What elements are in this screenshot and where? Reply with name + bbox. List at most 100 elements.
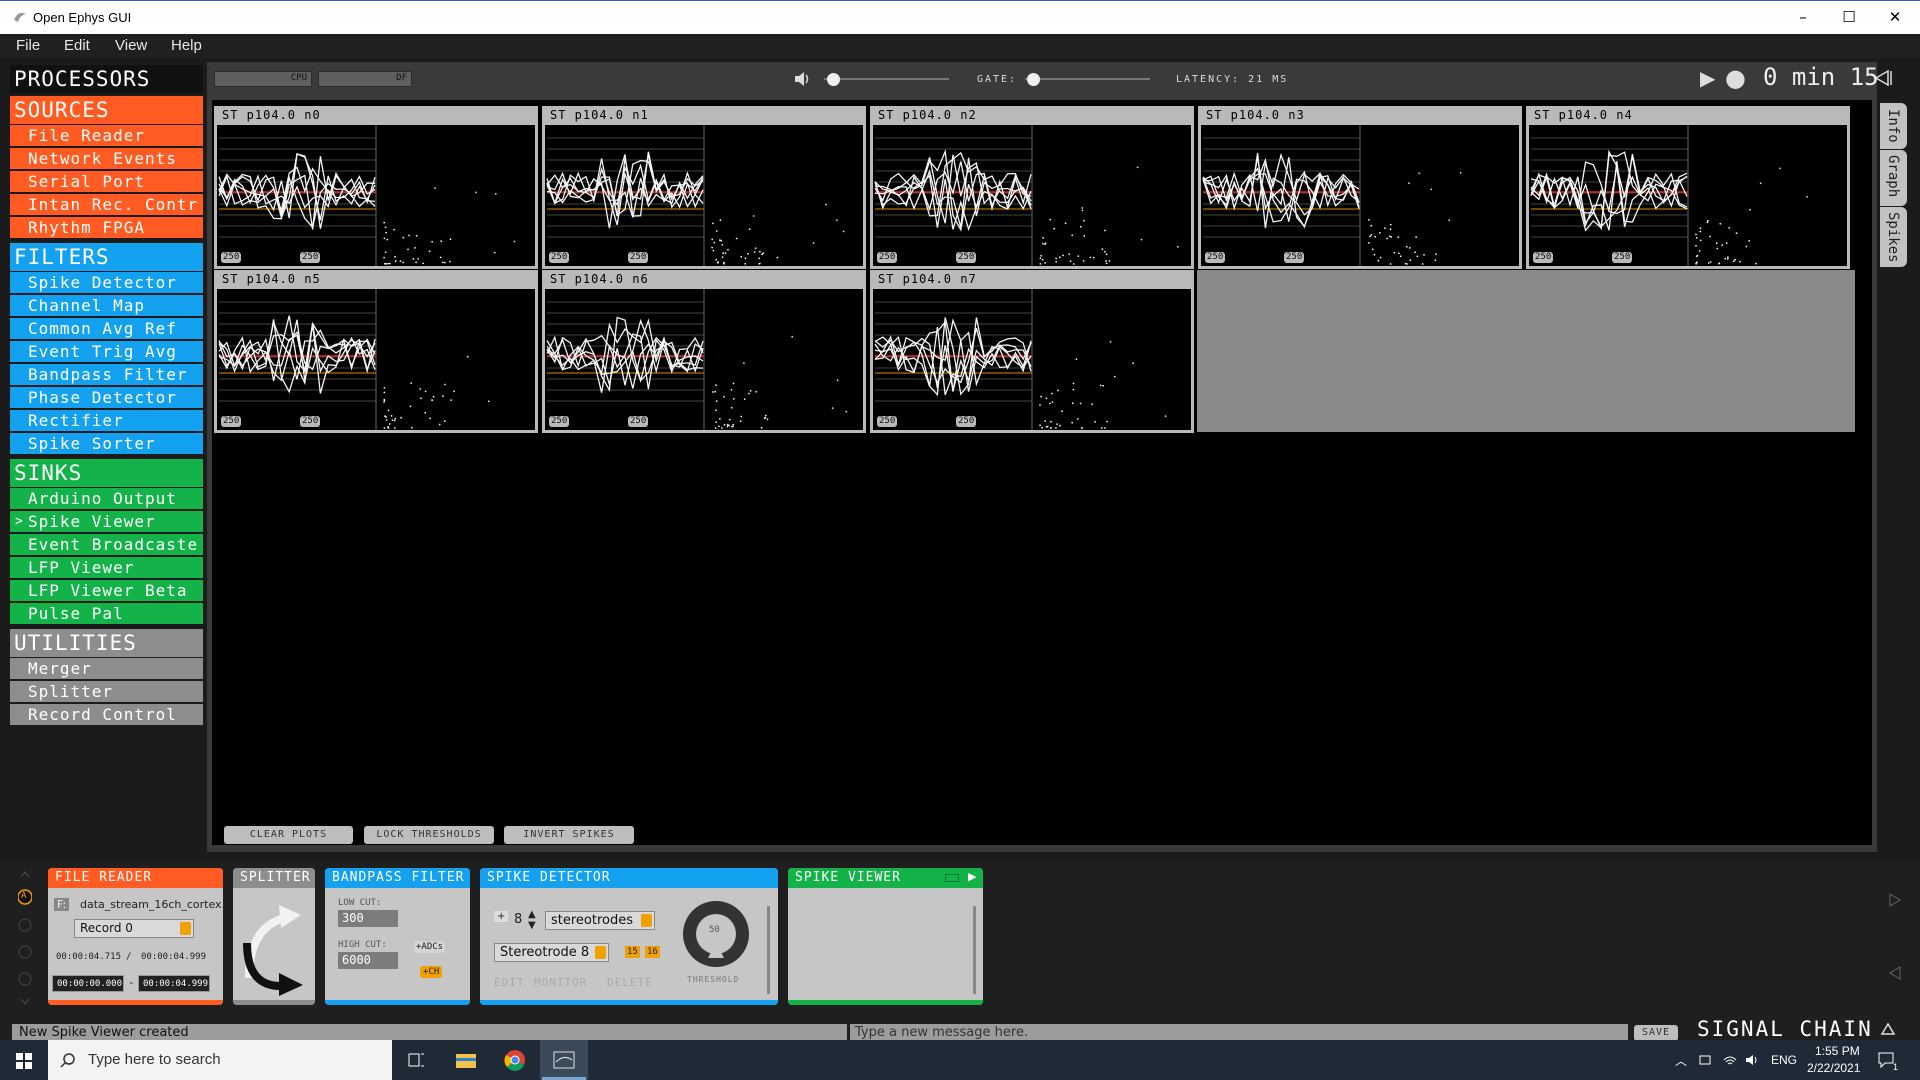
collapse-chain-icon[interactable] [1880, 1021, 1896, 1037]
spike-plot[interactable]: ST p104.0 n4 250 250 [1526, 106, 1850, 269]
processor-rectifier[interactable]: Rectifier [10, 410, 203, 431]
taskbar-search[interactable]: Type here to search [48, 1040, 392, 1080]
menu-view[interactable]: View [115, 37, 147, 54]
electrode-type-select[interactable]: stereotrodes [545, 911, 655, 930]
processor-rhythm-fpga[interactable]: Rhythm FPGA [10, 217, 203, 238]
processor-spike-sorter[interactable]: Spike Sorter [10, 433, 203, 454]
processor-spike-detector[interactable]: Spike Detector [10, 272, 203, 293]
windows-start-icon[interactable] [0, 1040, 48, 1080]
splitter-editor[interactable]: SPLITTER [233, 868, 315, 1005]
processor-merger[interactable]: Merger [10, 658, 203, 679]
speaker-icon[interactable] [1745, 1053, 1761, 1067]
clock-time[interactable]: 1:55 PM [1815, 1044, 1860, 1058]
processor-lfp-viewer[interactable]: LFP Viewer [10, 557, 203, 578]
processor-arduino-output[interactable]: Arduino Output [10, 488, 203, 509]
scale-tag[interactable]: 250 [1284, 252, 1305, 263]
spike-plot[interactable]: ST p104.0 n6 250 250 [542, 270, 866, 433]
chain-selector[interactable] [18, 869, 32, 1009]
record-select[interactable]: Record 0 [74, 919, 194, 938]
spike-plot[interactable]: ST p104.0 n1 250 250 [542, 106, 866, 269]
scale-tag[interactable]: 250 [300, 416, 321, 427]
processor-spike-viewer[interactable]: Spike Viewer [10, 511, 203, 532]
language-indicator[interactable]: ENG [1771, 1053, 1797, 1067]
add-electrode-button[interactable]: + [494, 911, 509, 922]
scale-tag[interactable]: 250 [1533, 252, 1554, 263]
scale-tag[interactable]: 250 [221, 252, 242, 263]
electrode-select[interactable]: Stereotrode 8 [494, 943, 609, 962]
scale-tag[interactable]: 250 [1205, 252, 1226, 263]
start-time-field[interactable]: 00:00:00.000 [52, 975, 124, 992]
time-mode-icon[interactable] [1874, 69, 1896, 87]
scale-tag[interactable]: 250 [549, 252, 570, 263]
file-browse-button[interactable]: F: [54, 898, 70, 911]
invert-spikes-button[interactable]: INVERT SPIKES [504, 826, 634, 844]
splitter-paths-icon[interactable] [239, 893, 309, 1001]
monitor-button[interactable]: MONITOR [534, 976, 587, 989]
scroll-right-icon[interactable] [1887, 892, 1903, 908]
tab-graph[interactable]: Graph [1880, 150, 1907, 206]
scale-tag[interactable]: 250 [221, 416, 242, 427]
spike-plot[interactable]: ST p104.0 n2 250 250 [870, 106, 1194, 269]
record-button[interactable]: ● [1725, 64, 1746, 92]
end-time-field[interactable]: 00:00:04.999 [138, 975, 210, 992]
processor-serial-port[interactable]: Serial Port [10, 171, 203, 192]
processor-event-broadcaste[interactable]: Event Broadcaste [10, 534, 203, 555]
scale-tag[interactable]: 250 [628, 416, 649, 427]
scale-tag[interactable]: 250 [956, 416, 977, 427]
maximize-button[interactable]: ☐ [1826, 1, 1872, 34]
edit-button[interactable]: EDIT [494, 976, 525, 989]
processor-record-control[interactable]: Record Control [10, 704, 203, 725]
channel-button-15[interactable]: 15 [625, 946, 640, 958]
volume-icon[interactable] [794, 71, 812, 87]
tab-info[interactable]: Info [1880, 103, 1907, 149]
menu-help[interactable]: Help [171, 37, 202, 54]
processor-channel-map[interactable]: Channel Map [10, 295, 203, 316]
delete-button[interactable]: DELETE [607, 976, 653, 989]
processor-common-avg-ref[interactable]: Common Avg Ref [10, 318, 203, 339]
gate-slider[interactable] [1025, 78, 1150, 80]
lock-thresholds-button[interactable]: LOCK THRESHOLDS [364, 826, 494, 844]
task-view-icon[interactable] [392, 1040, 440, 1080]
channel-button-16[interactable]: 16 [645, 946, 660, 958]
tab-spikes[interactable]: Spikes [1880, 207, 1907, 267]
file-reader-editor[interactable]: FILE READER F: data_stream_16ch_cortex..… [48, 868, 232, 1005]
bandpass-filter-editor[interactable]: BANDPASS FILTER LOW CUT: 300 HIGH CUT: 6… [325, 868, 470, 1005]
section-utilities[interactable]: UTILITIES [10, 629, 203, 657]
meet-now-icon[interactable] [1699, 1053, 1713, 1067]
high-cut-field[interactable]: 6000 [338, 952, 398, 969]
spike-plot[interactable]: ST p104.0 n0 250 250 [214, 106, 538, 269]
scale-tag[interactable]: 250 [877, 416, 898, 427]
scale-tag[interactable]: 250 [549, 416, 570, 427]
tray-chevron-icon[interactable]: ︿ [1675, 1052, 1687, 1069]
close-button[interactable]: ✕ [1872, 1, 1918, 34]
spike-plot[interactable]: ST p104.0 n5 250 250 [214, 270, 538, 433]
scale-tag[interactable]: 250 [1612, 252, 1633, 263]
window-toggle-icon[interactable] [945, 874, 959, 882]
scale-tag[interactable]: 250 [956, 252, 977, 263]
scale-tag[interactable]: 250 [300, 252, 321, 263]
gate-knob[interactable] [1027, 73, 1040, 86]
menu-edit[interactable]: Edit [64, 37, 90, 54]
processor-event-trig-avg[interactable]: Event Trig Avg [10, 341, 203, 362]
channel-toggle[interactable]: +CH [420, 966, 443, 978]
processor-network-events[interactable]: Network Events [10, 148, 203, 169]
clear-plots-button[interactable]: CLEAR PLOTS [224, 826, 353, 844]
open-ephys-taskbar-icon[interactable] [540, 1040, 588, 1080]
spike-plot[interactable]: ST p104.0 n3 250 250 [1198, 106, 1522, 269]
adcs-toggle[interactable]: +ADCs [414, 941, 446, 953]
count-stepper-icon[interactable]: ▲ ▼ [528, 909, 536, 931]
menu-file[interactable]: File [16, 37, 40, 54]
processor-splitter[interactable]: Splitter [10, 681, 203, 702]
minimize-button[interactable]: – [1780, 1, 1826, 34]
file-explorer-icon[interactable] [442, 1040, 490, 1080]
chrome-icon[interactable] [491, 1040, 539, 1080]
low-cut-field[interactable]: 300 [338, 910, 398, 927]
spike-plot[interactable]: ST p104.0 n7 250 250 [870, 270, 1194, 433]
play-button[interactable]: ▶ [1700, 66, 1715, 90]
scale-tag[interactable]: 250 [628, 252, 649, 263]
wifi-icon[interactable] [1722, 1053, 1738, 1067]
processor-lfp-viewer-beta[interactable]: LFP Viewer Beta [10, 580, 203, 601]
section-sinks[interactable]: SINKS [10, 459, 203, 487]
spike-detector-editor[interactable]: SPIKE DETECTOR + 8 ▲ ▼ stereotrodes Stere… [480, 868, 778, 1005]
processor-pulse-pal[interactable]: Pulse Pal [10, 603, 203, 624]
